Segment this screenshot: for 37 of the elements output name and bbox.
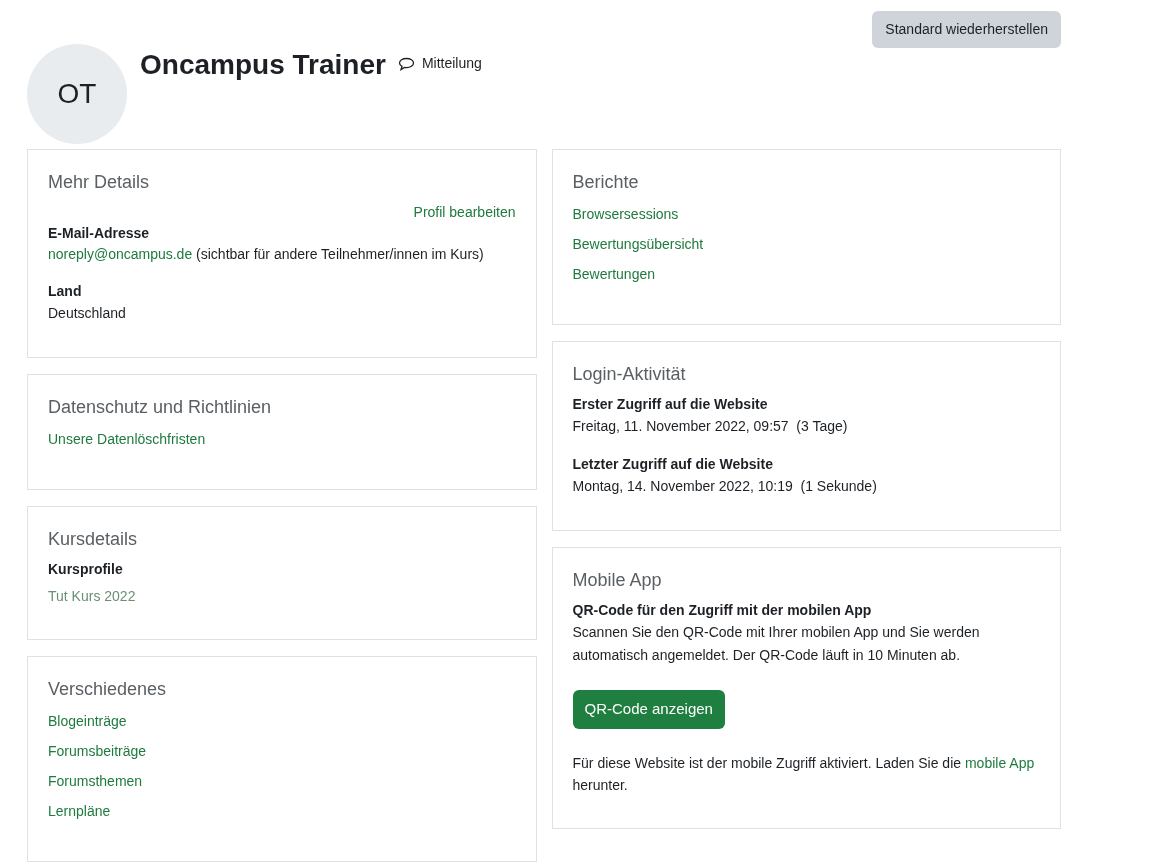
field-label: Kursprofile [48,560,124,579]
mobile-app-link[interactable]: mobile App [964,754,1035,771]
restore-default-button[interactable]: Standard wiederherstellen [872,11,1061,48]
email-link[interactable]: noreply@oncampus.de [48,246,193,262]
field-label: E-Mail-Adresse [48,224,151,243]
field-value: Montag, 14. November 2022, 10:19 (1 Sekunde) [572,477,878,496]
card-title: Verschiedenes [48,678,168,701]
speech-bubble-icon [397,56,415,71]
message-link[interactable]: Mitteilung [397,53,482,74]
card-title: Kursdetails [48,528,139,551]
report-link[interactable]: Unsere Datenlöschfristen [48,431,206,447]
field-label: Land [48,282,83,301]
report-link[interactable]: Forumsthemen [48,773,143,789]
report-link[interactable]: Blogeinträge [48,713,127,729]
report-link[interactable]: Bewertungen [572,266,655,282]
field-label: Letzter Zugriff auf die Website [572,455,774,474]
card-title: Berichte [572,171,640,194]
field-value: Deutschland [48,304,127,323]
card-title: Login-Aktivität [572,363,687,386]
avatar-initials: OT [27,44,127,144]
report-link[interactable]: Browsersessions [572,206,679,222]
field-label: Erster Zugriff auf die Website [572,395,769,414]
report-link[interactable]: Forumsbeiträge [48,743,147,759]
card-title: Mobile App [572,569,663,592]
edit-profile-link[interactable]: Profil bearbeiten [413,202,516,223]
user-name: Oncampus Trainer [140,48,386,82]
field-label: QR-Code für den Zugriff mit der mobilen App [572,601,873,620]
card-title: Mehr Details [48,171,151,194]
report-link[interactable]: Bewertungsübersicht [572,236,704,252]
show-qr-code-button[interactable]: QR-Code anzeigen [572,690,725,729]
mobile-access-text: Für diese Website ist der mobile Zugriff aktiviert. Laden Sie die mobile App herunter. [572,753,1036,795]
card-title: Datenschutz und Richtlinien [48,396,273,419]
course-link[interactable]: Tut Kurs 2022 [48,586,516,607]
field-value: Freitag, 11. November 2022, 09:57 (3 Tage) [572,417,849,436]
field-value: Scannen Sie den QR-Code mit Ihrer mobilen App und Sie werden automatisch angemeldet. Der QR-Code läuft in 10 Minuten ab. [572,623,981,665]
report-link[interactable]: Lernpläne [48,803,111,819]
field-value: noreply@oncampus.de (sichtbar für andere Teilnehmer/innen im Kurs) [48,245,485,264]
